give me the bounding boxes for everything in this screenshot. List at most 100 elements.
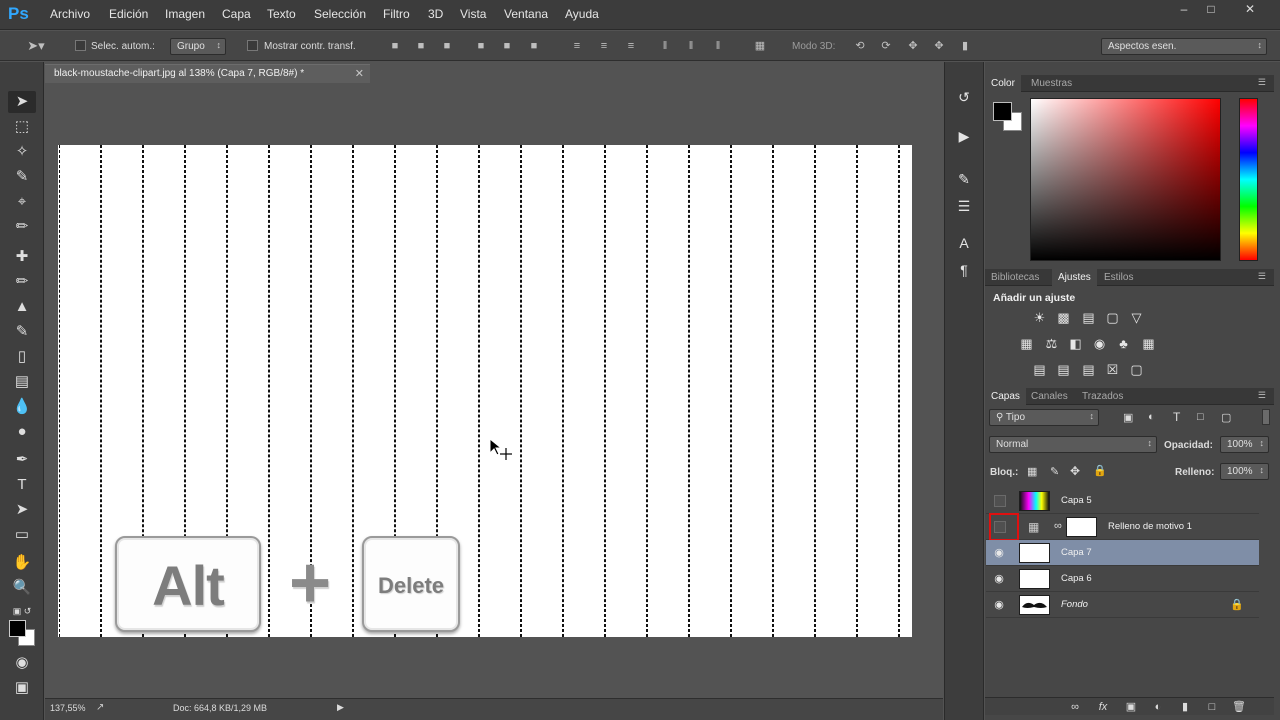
- trash-icon[interactable]: 🗑: [1232, 700, 1246, 714]
- distribute-vcenter-icon[interactable]: ≡: [597, 39, 611, 53]
- exposure-icon[interactable]: ▢: [1104, 310, 1121, 325]
- tab-estilos[interactable]: Estilos: [1098, 269, 1139, 286]
- link-layers-icon[interactable]: ∞: [1068, 700, 1082, 714]
- panel-menu-icon[interactable]: ☰: [1258, 390, 1266, 401]
- character-icon[interactable]: A: [953, 233, 975, 253]
- workspace-dropdown[interactable]: Aspectos esen.: [1101, 38, 1267, 55]
- tab-trazados[interactable]: Trazados: [1076, 388, 1129, 405]
- menu-seleccion[interactable]: Selección: [314, 7, 366, 21]
- lock-all-icon[interactable]: 🔒: [1093, 464, 1107, 477]
- color-balance-icon[interactable]: ⚖: [1043, 336, 1060, 351]
- align-right-icon[interactable]: ■: [527, 39, 541, 53]
- type-tool-icon[interactable]: T: [8, 474, 36, 496]
- new-layer-icon[interactable]: □: [1205, 700, 1219, 714]
- tab-bibliotecas[interactable]: Bibliotecas: [985, 269, 1045, 286]
- menu-capa[interactable]: Capa: [222, 7, 251, 21]
- opacity-field[interactable]: 100%: [1220, 436, 1269, 453]
- layer-name[interactable]: Capa 5: [1061, 495, 1092, 506]
- document-canvas[interactable]: Alt + Delete: [58, 145, 912, 637]
- fx-icon[interactable]: fx: [1096, 700, 1110, 714]
- eye-icon[interactable]: ◉: [993, 547, 1005, 559]
- layer-row-relleno[interactable]: ▦ ∞ Relleno de motivo 1: [986, 513, 1259, 541]
- align-top-icon[interactable]: ■: [388, 39, 402, 53]
- distribute-hcenter-icon[interactable]: ‖: [684, 39, 698, 53]
- lock-position-icon[interactable]: ✥: [1070, 464, 1080, 478]
- distribute-bottom-icon[interactable]: ≡: [624, 39, 638, 53]
- brush-presets-icon[interactable]: ✎: [953, 169, 975, 189]
- filter-adjust-icon[interactable]: ◐: [1148, 411, 1155, 423]
- distribute-top-icon[interactable]: ≡: [570, 39, 584, 53]
- layer-name[interactable]: Relleno de motivo 1: [1108, 521, 1192, 532]
- menu-archivo[interactable]: Archivo: [50, 7, 90, 21]
- status-menu-arrow-icon[interactable]: ▶: [337, 702, 344, 713]
- history-icon[interactable]: ↺: [953, 87, 975, 107]
- align-bottom-icon[interactable]: ■: [440, 39, 454, 53]
- scale-3d-icon[interactable]: ▮: [958, 39, 972, 53]
- color-spectrum-field[interactable]: [1030, 98, 1221, 261]
- tab-capas[interactable]: Capas: [985, 388, 1026, 405]
- menu-ventana[interactable]: Ventana: [504, 7, 548, 21]
- align-vcenter-icon[interactable]: ■: [414, 39, 428, 53]
- posterize-icon[interactable]: ▤: [1055, 362, 1072, 377]
- brush-tool-icon[interactable]: ✏: [8, 271, 36, 293]
- menu-filtro[interactable]: Filtro: [383, 7, 410, 21]
- distribute-left-icon[interactable]: ‖: [658, 39, 672, 53]
- shape-tool-icon[interactable]: ▭: [8, 524, 36, 546]
- levels-icon[interactable]: ▩: [1055, 310, 1072, 325]
- tab-color[interactable]: Color: [985, 75, 1021, 92]
- brush-settings-icon[interactable]: ☰: [953, 196, 975, 216]
- align-hcenter-icon[interactable]: ■: [500, 39, 514, 53]
- show-transform-checkbox[interactable]: [247, 40, 258, 51]
- actions-icon[interactable]: ▶: [953, 126, 975, 146]
- invert-icon[interactable]: ▤: [1031, 362, 1048, 377]
- auto-select-checkbox[interactable]: [75, 40, 86, 51]
- auto-select-dropdown[interactable]: Grupo: [170, 38, 226, 55]
- menu-texto[interactable]: Texto: [267, 7, 296, 21]
- menu-3d[interactable]: 3D: [428, 7, 443, 21]
- curves-icon[interactable]: ▤: [1080, 310, 1097, 325]
- tab-ajustes[interactable]: Ajustes: [1052, 269, 1097, 286]
- panel-menu-icon[interactable]: ☰: [1258, 77, 1266, 88]
- brightness-icon[interactable]: ☀: [1031, 310, 1048, 325]
- selective-color-icon[interactable]: ▢: [1128, 362, 1145, 377]
- tab-muestras[interactable]: Muestras: [1025, 75, 1078, 92]
- quick-mask-icon[interactable]: ◉: [8, 652, 36, 674]
- color-lookup-icon[interactable]: ▦: [1140, 336, 1157, 351]
- lasso-tool-icon[interactable]: ✧: [8, 141, 36, 163]
- hue-slider[interactable]: [1239, 98, 1258, 261]
- share-icon[interactable]: ↗: [96, 702, 104, 713]
- history-brush-tool-icon[interactable]: ✎: [8, 321, 36, 343]
- close-window-icon[interactable]: ✕: [1236, 0, 1264, 18]
- quick-select-tool-icon[interactable]: ✎: [8, 166, 36, 188]
- healing-brush-tool-icon[interactable]: ✚: [8, 246, 36, 268]
- auto-align-icon[interactable]: ▦: [753, 39, 767, 53]
- add-mask-icon[interactable]: ▣: [1124, 700, 1138, 714]
- eye-icon[interactable]: ◉: [993, 599, 1005, 611]
- paragraph-icon[interactable]: ¶: [953, 260, 975, 280]
- foreground-swatch[interactable]: [993, 102, 1012, 121]
- gradient-map-icon[interactable]: ☒: [1104, 362, 1121, 377]
- hand-tool-icon[interactable]: ✋: [8, 552, 36, 574]
- layer-name[interactable]: Capa 6: [1061, 573, 1092, 584]
- filter-type-icon[interactable]: T: [1173, 410, 1180, 424]
- blur-tool-icon[interactable]: 💧: [8, 396, 36, 418]
- pen-tool-icon[interactable]: ✒: [8, 449, 36, 471]
- layer-name[interactable]: Fondo: [1061, 599, 1088, 610]
- eraser-tool-icon[interactable]: ▯: [8, 346, 36, 368]
- eye-icon[interactable]: ◉: [993, 573, 1005, 585]
- rotate-3d-icon[interactable]: ⟲: [853, 39, 867, 53]
- menu-edicion[interactable]: Edición: [109, 7, 148, 21]
- move-tool-icon[interactable]: ➤: [8, 91, 36, 113]
- maximize-icon[interactable]: □: [1197, 0, 1225, 18]
- photo-filter-icon[interactable]: ◉: [1091, 336, 1108, 351]
- filter-shape-icon[interactable]: □: [1197, 411, 1204, 423]
- swap-colors-icon[interactable]: ▣ ↺: [8, 600, 36, 622]
- layer-row-capa-7[interactable]: ◉ Capa 7: [986, 540, 1259, 566]
- layer-row-capa-5[interactable]: Capa 5: [986, 488, 1259, 514]
- dodge-tool-icon[interactable]: ●: [8, 421, 36, 443]
- tab-canales[interactable]: Canales: [1025, 388, 1074, 405]
- zoom-tool-icon[interactable]: 🔍: [8, 577, 36, 599]
- pan-3d-icon[interactable]: ✥: [906, 39, 920, 53]
- move-tool-preset-icon[interactable]: ➤▾: [24, 39, 48, 53]
- panel-menu-icon[interactable]: ☰: [1258, 271, 1266, 282]
